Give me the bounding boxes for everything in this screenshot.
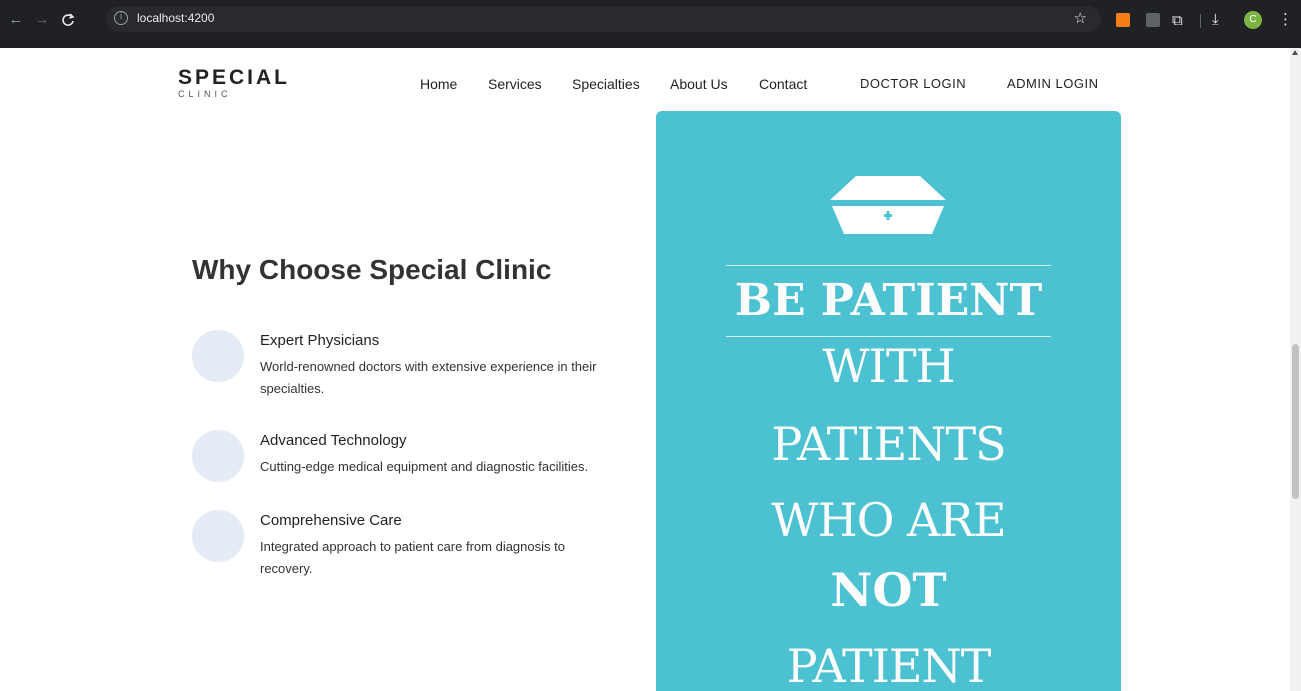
feature-icon [192, 330, 244, 382]
extension-icon[interactable] [1116, 13, 1130, 27]
poster-line: WITH [822, 339, 955, 393]
divider [726, 265, 1051, 266]
nav-home[interactable]: Home [420, 76, 457, 92]
feature-description: Integrated approach to patient care from… [260, 539, 565, 576]
section-title: Why Choose Special Clinic [192, 254, 552, 285]
star-icon[interactable]: ☆ [1074, 9, 1087, 27]
brand-subtitle: CLINIC [178, 89, 232, 99]
feature-icon [192, 430, 244, 482]
doctor-login-button[interactable]: DOCTOR LOGIN [860, 76, 966, 91]
poster-line: PATIENTS [771, 417, 1006, 471]
feature-title: Expert Physicians [260, 332, 380, 349]
menu-icon[interactable]: ⋮ [1278, 10, 1293, 28]
brand-name: SPECIAL [178, 66, 291, 89]
nurse-cap-icon [830, 176, 946, 234]
info-icon[interactable]: i [114, 11, 128, 25]
back-icon[interactable]: ← [6, 10, 26, 30]
avatar[interactable]: C [1244, 11, 1262, 29]
poster-line: NOT [830, 563, 947, 617]
url-text[interactable]: localhost:4200 [137, 11, 214, 25]
feature-description: Cutting-edge medical equipment and diagn… [260, 459, 589, 474]
scrollbar-thumb[interactable] [1292, 344, 1299, 499]
nav-services[interactable]: Services [488, 76, 542, 92]
poster-line: WHO ARE [771, 493, 1006, 547]
feature-title: Comprehensive Care [260, 512, 402, 529]
extension-icon[interactable] [1146, 13, 1160, 27]
scroll-up-icon[interactable] [1292, 50, 1298, 55]
download-icon[interactable]: ⤓ [1212, 10, 1219, 28]
hero-poster: BE PATIENT WITH PATIENTS WHO ARE NOT PAT… [656, 111, 1121, 691]
forward-icon[interactable]: → [32, 10, 52, 30]
nav-contact[interactable]: Contact [759, 76, 807, 92]
scrollbar[interactable] [1290, 48, 1301, 691]
toolbar-divider [1200, 14, 1201, 28]
poster-line: PATIENT [786, 639, 992, 691]
feature-title: Advanced Technology [260, 432, 407, 449]
nav-specialties[interactable]: Specialties [572, 76, 640, 92]
browser-toolbar: ← → i localhost:4200 ☆ ⧉ ⤓ C ⋮ [0, 0, 1301, 48]
divider [726, 336, 1051, 337]
poster-line: BE PATIENT [734, 275, 1043, 326]
address-bar[interactable]: i localhost:4200 ☆ [106, 6, 1101, 32]
nav-about-us[interactable]: About Us [670, 76, 728, 92]
reload-icon[interactable] [58, 10, 78, 30]
page-content: SPECIAL CLINIC Home Services Specialties… [0, 48, 1290, 691]
feature-description: World-renowned doctors with extensive ex… [260, 359, 597, 396]
admin-login-button[interactable]: ADMIN LOGIN [1007, 76, 1098, 91]
brand-logo[interactable]: SPECIAL CLINIC [178, 66, 290, 99]
feature-icon [192, 510, 244, 562]
puzzle-icon[interactable]: ⧉ [1172, 11, 1183, 29]
